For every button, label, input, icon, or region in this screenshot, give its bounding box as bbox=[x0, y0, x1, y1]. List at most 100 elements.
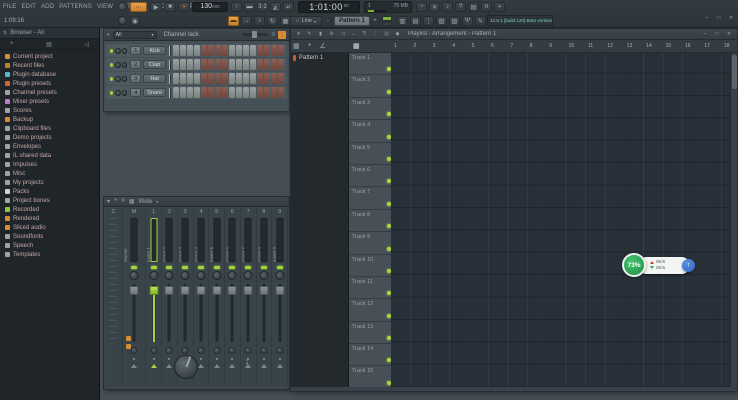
channel-name-button[interactable]: Snare bbox=[143, 88, 166, 97]
strip-mute-led[interactable] bbox=[198, 266, 204, 269]
mixer-strip-insert-1[interactable]: 1Insert 1 bbox=[146, 208, 162, 386]
fader-handle[interactable] bbox=[149, 286, 158, 295]
playlist-grid[interactable] bbox=[391, 53, 730, 387]
menu-view[interactable]: VIEW bbox=[97, 4, 113, 10]
pattern-minus-button[interactable]: - bbox=[324, 16, 332, 26]
step-cell[interactable] bbox=[215, 73, 221, 84]
add-icon[interactable]: + bbox=[308, 42, 312, 50]
stereo-sep-knob[interactable] bbox=[197, 347, 204, 354]
stereo-sep-knob[interactable] bbox=[245, 347, 252, 354]
step-cell[interactable] bbox=[222, 45, 228, 56]
graph-editor-icon[interactable]: ≡ bbox=[271, 32, 275, 38]
audio-target-icon[interactable] bbox=[229, 364, 235, 368]
step-cell[interactable] bbox=[229, 87, 235, 98]
browser-item-soundfonts[interactable]: Soundfonts bbox=[0, 232, 99, 241]
link-icon[interactable]: # bbox=[122, 198, 125, 205]
slope-icon[interactable]: ∠ bbox=[320, 42, 326, 50]
minimize-button[interactable]: – bbox=[702, 14, 712, 22]
step-cell[interactable] bbox=[250, 73, 256, 84]
browser-item-demo-projects[interactable]: Demo projects bbox=[0, 133, 99, 142]
browser-item-speech[interactable]: Speech bbox=[0, 241, 99, 250]
playlist-track-track-4[interactable]: Track 4 bbox=[349, 120, 391, 142]
channel-volume-knob[interactable] bbox=[122, 48, 127, 54]
fader-handle[interactable] bbox=[181, 286, 190, 295]
playlist-track-track-9[interactable]: Track 9 bbox=[349, 232, 391, 254]
main-pitch-knob[interactable] bbox=[118, 16, 127, 25]
play-button[interactable]: ▶ bbox=[150, 2, 162, 12]
stereo-sep-knob[interactable] bbox=[213, 347, 220, 354]
step-cell[interactable] bbox=[194, 87, 200, 98]
stereo-sep-knob[interactable] bbox=[166, 347, 173, 354]
channel-volume-knob[interactable] bbox=[122, 76, 127, 82]
typing-to-piano-icon[interactable]: ▬ bbox=[228, 16, 239, 26]
step-cell[interactable] bbox=[180, 45, 186, 56]
snap-selector[interactable]: ∩Line▾ bbox=[290, 16, 322, 26]
loop-record-icon[interactable]: ↻ bbox=[267, 16, 278, 26]
draw-tool-icon[interactable]: ✎ bbox=[305, 30, 314, 38]
strip-mute-led[interactable] bbox=[245, 266, 251, 269]
stereo-sep-knob[interactable] bbox=[182, 347, 189, 354]
plugin-picker-icon[interactable]: Ψ bbox=[462, 16, 473, 26]
stereo-sep-knob[interactable] bbox=[150, 347, 157, 354]
step-cell[interactable] bbox=[215, 87, 221, 98]
mixer-view-label[interactable]: Wide bbox=[139, 199, 153, 205]
tempo-tap-icon[interactable]: ✎ bbox=[475, 16, 486, 26]
picker-item-pattern-1[interactable]: Pattern 1 bbox=[291, 53, 348, 63]
stereo-sep-knob[interactable] bbox=[229, 347, 236, 354]
playlist-track-track-7[interactable]: Track 7 bbox=[349, 187, 391, 209]
playlist-track-track-14[interactable]: Track 14 bbox=[349, 344, 391, 366]
playlist-track-track-2[interactable]: Track 2 bbox=[349, 75, 391, 97]
browser-item-backup[interactable]: Backup bbox=[0, 115, 99, 124]
strip-pan-knob[interactable] bbox=[149, 271, 158, 280]
browser-item-my-projects[interactable]: My projects bbox=[0, 178, 99, 187]
step-cell[interactable] bbox=[278, 45, 284, 56]
browser-item-envelopes[interactable]: Envelopes bbox=[0, 142, 99, 151]
strip-pan-knob[interactable] bbox=[130, 271, 139, 280]
step-cell[interactable] bbox=[257, 87, 263, 98]
audio-target-icon[interactable] bbox=[261, 364, 267, 368]
stereo-sep-knob[interactable] bbox=[276, 347, 283, 354]
mixer-icon[interactable]: ▧ bbox=[436, 16, 447, 26]
playback-tool-icon[interactable]: ◆ bbox=[393, 30, 402, 38]
step-cell[interactable] bbox=[208, 73, 214, 84]
playlist-track-track-15[interactable]: Track 15 bbox=[349, 366, 391, 387]
playlist-track-track-8[interactable]: Track 8 bbox=[349, 210, 391, 232]
rack-menu-icon[interactable]: ▾ bbox=[107, 32, 110, 38]
menu-arrow-icon[interactable]: ▾ bbox=[294, 30, 303, 38]
mixer-strip-current[interactable]: C bbox=[105, 208, 123, 386]
grid-icon[interactable]: ▦ bbox=[293, 42, 300, 50]
channel-select-button[interactable]: 4 bbox=[130, 88, 141, 97]
main-volume-knob[interactable] bbox=[118, 2, 127, 11]
step-cell[interactable] bbox=[278, 59, 284, 70]
file-icon[interactable]: ▤ bbox=[46, 41, 52, 48]
strip-pan-knob[interactable] bbox=[181, 271, 190, 280]
channel-pan-knob[interactable] bbox=[115, 48, 120, 54]
strip-pan-knob[interactable] bbox=[196, 271, 205, 280]
step-cell[interactable] bbox=[250, 59, 256, 70]
browser-icon[interactable]: ▨ bbox=[449, 16, 460, 26]
fader-handle[interactable] bbox=[244, 286, 253, 295]
fx-slot-icon[interactable] bbox=[126, 344, 131, 349]
mixer-strip-insert-8[interactable]: 8Insert 8 bbox=[257, 208, 273, 386]
stop-button[interactable]: ■ bbox=[164, 2, 176, 12]
playlist-track-track-12[interactable]: Track 12 bbox=[349, 299, 391, 321]
step-cell[interactable] bbox=[187, 59, 193, 70]
step-cell[interactable] bbox=[180, 87, 186, 98]
step-cell[interactable] bbox=[271, 73, 277, 84]
step-cell[interactable] bbox=[250, 45, 256, 56]
audio-target-icon[interactable] bbox=[277, 364, 283, 368]
mute-tool-icon[interactable]: ◁ bbox=[338, 30, 347, 38]
menu-file[interactable]: FILE bbox=[3, 4, 16, 10]
channel-mute-led[interactable] bbox=[110, 77, 113, 81]
pattern-selector[interactable]: Pattern 1 bbox=[334, 16, 370, 26]
routing-arrow-icon[interactable]: ↓ bbox=[245, 357, 249, 366]
step-cell[interactable] bbox=[201, 87, 207, 98]
browser-item-il-shared-data[interactable]: IL shared data bbox=[0, 151, 99, 160]
step-cell[interactable] bbox=[264, 59, 270, 70]
fader-handle[interactable] bbox=[228, 286, 237, 295]
step-cell[interactable] bbox=[173, 87, 179, 98]
slice-tool-icon[interactable]: ¶ bbox=[360, 30, 369, 38]
step-cell[interactable] bbox=[257, 45, 263, 56]
channel-filter-dropdown[interactable]: All▾ bbox=[113, 31, 157, 39]
step-cell[interactable] bbox=[278, 73, 284, 84]
